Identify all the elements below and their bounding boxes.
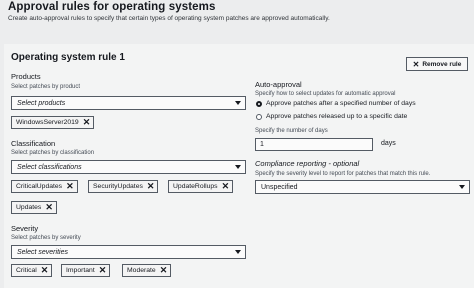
remove-token-icon[interactable]: ✕	[83, 118, 91, 127]
classification-description: Select patches by classification	[11, 150, 95, 156]
caret-down-icon	[235, 165, 241, 169]
radio-label: Approve patches released up to a specifi…	[266, 113, 408, 120]
remove-token-icon[interactable]: ✕	[160, 266, 168, 275]
products-description: Select patches by product	[11, 84, 81, 90]
radio-button[interactable]	[256, 113, 262, 120]
severity-token: Critical ✕	[11, 264, 53, 277]
classification-select[interactable]: Select classifications	[11, 160, 246, 174]
token-label: SecurityUpdates	[93, 183, 143, 190]
token-label: Moderate	[127, 267, 156, 274]
token-label: Updates	[16, 204, 42, 211]
products-label: Products	[11, 72, 41, 81]
remove-token-icon[interactable]: ✕	[99, 266, 107, 275]
remove-rule-button[interactable]: ✕ Remove rule	[406, 57, 468, 71]
classification-token: CriticalUpdates ✕	[11, 180, 78, 193]
compliance-label: Compliance reporting - optional	[255, 159, 360, 168]
rule-title: Operating system rule 1	[11, 52, 125, 63]
classification-placeholder: Select classifications	[17, 163, 82, 171]
token-label: CriticalUpdates	[16, 183, 63, 190]
days-unit: days	[381, 140, 396, 147]
auto-approval-description: Specify how to select updates for automa…	[255, 91, 396, 97]
severity-token: Moderate ✕	[122, 264, 172, 277]
rule-panel: Operating system rule 1 ✕ Remove rule Pr…	[4, 44, 474, 288]
radio-label: Approve patches after a specified number…	[266, 100, 416, 107]
product-token: WindowsServer2019 ✕	[11, 116, 95, 129]
auto-approval-label: Auto-approval	[255, 80, 302, 89]
token-label: UpdateRollups	[173, 183, 218, 190]
remove-token-icon[interactable]: ✕	[147, 182, 155, 191]
products-placeholder: Select products	[17, 99, 66, 107]
days-input[interactable]: 1	[255, 138, 373, 151]
radio-approve-after-days[interactable]: Approve patches after a specified number…	[256, 100, 416, 107]
close-icon: ✕	[412, 59, 420, 69]
severity-description: Select patches by severity	[11, 235, 81, 241]
days-label: Specify the number of days	[255, 128, 328, 134]
radio-button-selected[interactable]	[256, 100, 262, 107]
compliance-value: Unspecified	[261, 183, 298, 191]
classification-token: Updates ✕	[11, 201, 57, 214]
products-select[interactable]: Select products	[11, 96, 246, 110]
remove-token-icon[interactable]: ✕	[66, 182, 74, 191]
classification-token: UpdateRollups ✕	[168, 180, 234, 193]
classification-token: SecurityUpdates ✕	[88, 180, 159, 193]
token-label: Important	[66, 267, 95, 274]
page-subtitle: Create auto-approval rules to specify th…	[8, 15, 330, 22]
classification-label: Classification	[11, 139, 56, 148]
remove-token-icon[interactable]: ✕	[41, 266, 49, 275]
severity-placeholder: Select severities	[17, 248, 68, 256]
compliance-description: Specify the severity level to report for…	[255, 171, 431, 177]
token-label: Critical	[16, 267, 37, 274]
severity-token: Important ✕	[61, 264, 111, 277]
remove-rule-label: Remove rule	[422, 60, 462, 68]
days-value: 1	[260, 141, 264, 148]
radio-approve-until-date[interactable]: Approve patches released up to a specifi…	[256, 113, 407, 120]
caret-down-icon	[235, 101, 241, 105]
compliance-select[interactable]: Unspecified	[255, 180, 470, 194]
caret-down-icon	[235, 250, 241, 254]
remove-token-icon[interactable]: ✕	[222, 182, 230, 191]
page-title: Approval rules for operating systems	[8, 1, 216, 13]
caret-down-icon	[459, 185, 465, 189]
severity-label: Severity	[11, 224, 39, 233]
token-label: WindowsServer2019	[16, 119, 79, 126]
remove-token-icon[interactable]: ✕	[45, 203, 53, 212]
severity-select[interactable]: Select severities	[11, 245, 246, 259]
